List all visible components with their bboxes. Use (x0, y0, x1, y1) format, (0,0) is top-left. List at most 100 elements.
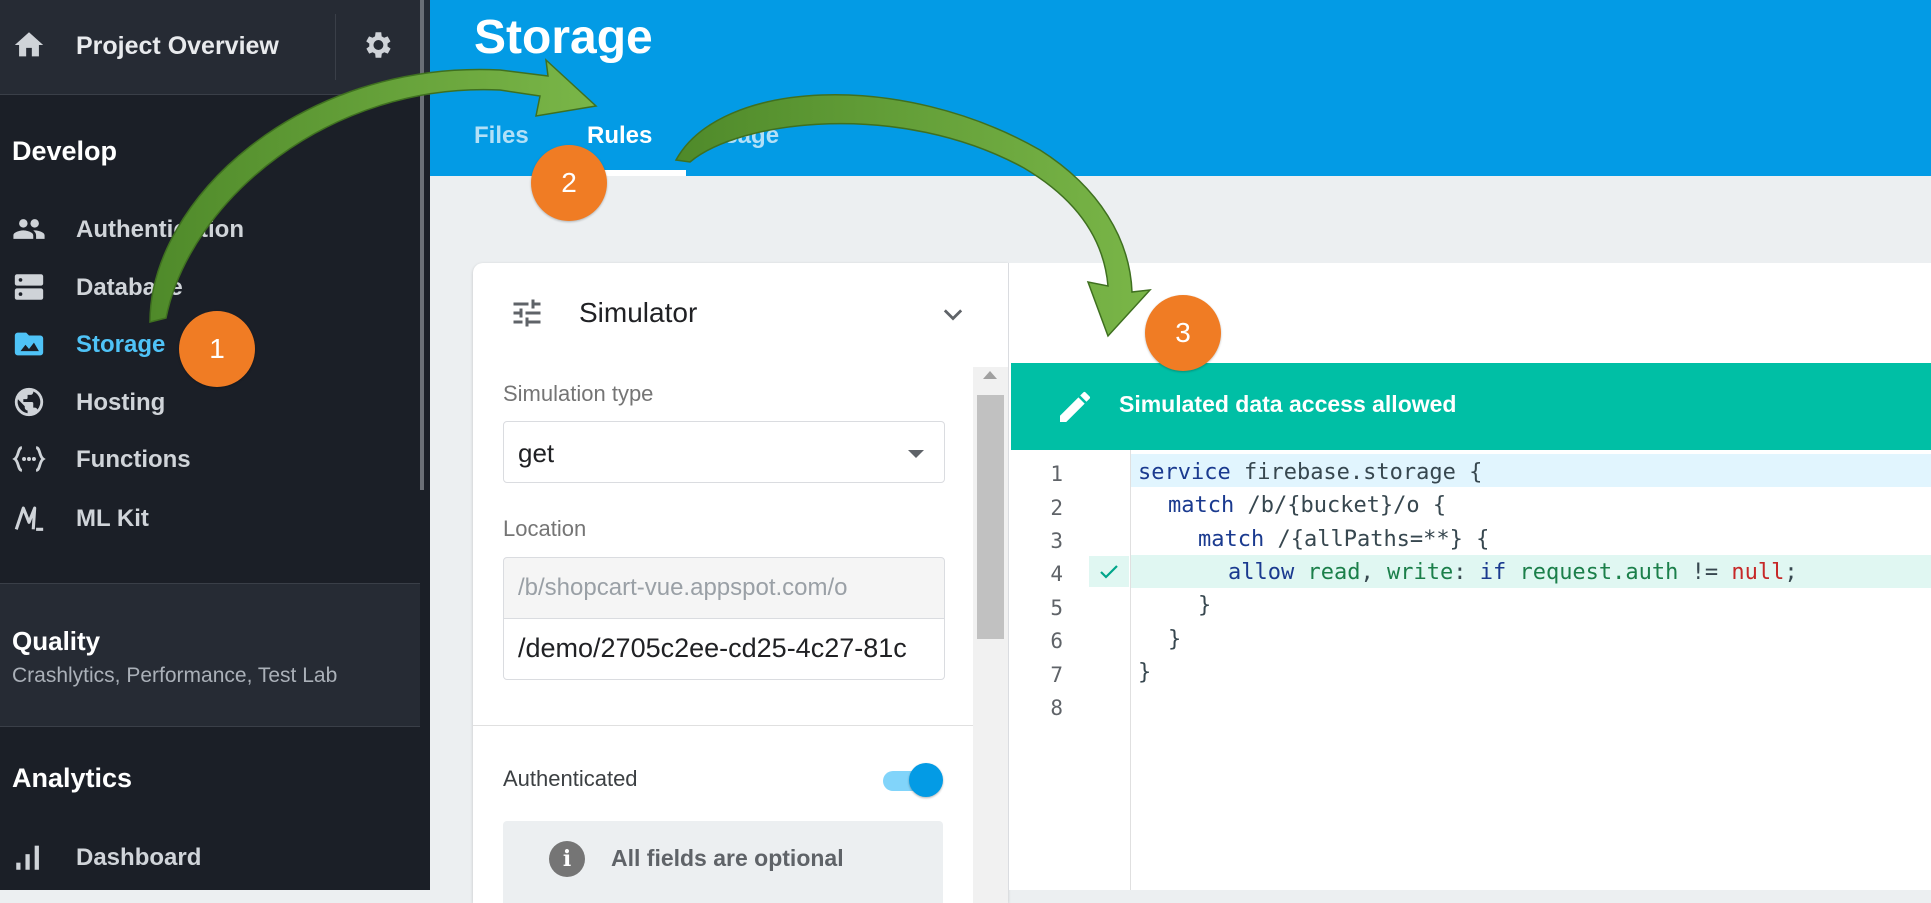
tab-files[interactable]: Files (474, 122, 529, 150)
code-line-1: service firebase.storage { (1138, 460, 1482, 485)
home-icon[interactable] (12, 28, 46, 62)
tune-icon (513, 299, 541, 327)
authenticated-toggle[interactable] (879, 763, 943, 797)
sidebar-item-authentication[interactable]: Authentication (0, 204, 420, 252)
sidebar-item-ml-kit[interactable]: ML Kit (0, 493, 420, 541)
location-label: Location (503, 516, 587, 541)
step-badge-1: 1 (179, 311, 255, 387)
simulation-type-label: Simulation type (503, 381, 654, 406)
code-variable: request.auth (1519, 560, 1679, 585)
info-icon: i (549, 841, 585, 877)
pencil-icon (1060, 391, 1090, 422)
sidebar-item-database[interactable]: Database (0, 262, 420, 310)
match-marker (1089, 556, 1129, 587)
simulator-panel: Simulator Simulation type get Location /… (473, 263, 1008, 903)
sidebar-scrollbar[interactable] (420, 0, 424, 490)
code-text: != (1678, 560, 1732, 585)
scroll-thumb[interactable] (977, 395, 1004, 639)
code-line-7: } (1138, 660, 1152, 685)
step-badge-2: 2 (531, 145, 607, 221)
line-number: 7 (1050, 663, 1063, 687)
bar-chart-icon (16, 845, 39, 870)
code-line-3: match /{allPaths=**} { (1198, 527, 1489, 552)
tab-rules[interactable]: Rules (587, 122, 652, 150)
sidebar-item-dashboard[interactable]: Dashboard (0, 832, 420, 880)
code-line-6: } (1168, 627, 1182, 652)
sidebar-item-label: Functions (76, 446, 191, 473)
line-number: 2 (1050, 496, 1063, 520)
page-header: Storage Files Rules Usage (430, 0, 1931, 176)
code-method: read (1307, 560, 1361, 585)
code-text: /b/{bucket}/o { (1234, 493, 1447, 518)
page-title: Storage (474, 11, 653, 64)
sidebar-header: Project Overview (0, 0, 430, 95)
sidebar-item-label: Authentication (76, 216, 244, 243)
simulation-result-banner: Simulated data access allowed (1011, 363, 1931, 450)
simulation-type-value: get (518, 438, 555, 468)
code-text: firebase.storage { (1230, 460, 1483, 485)
section-develop: Develop (12, 136, 118, 166)
rules-editor[interactable]: Simulated data access allowed 1 2 3 4 5 … (1008, 263, 1931, 890)
ml-kit-icon (14, 506, 44, 531)
sidebar-item-label: Storage (76, 331, 166, 358)
code-line-5: } (1198, 593, 1212, 618)
line-number: 1 (1050, 462, 1063, 486)
chevron-down-icon[interactable] (939, 301, 967, 329)
functions-icon (12, 446, 46, 472)
code-keyword: match (1168, 493, 1235, 518)
gutter-divider (1130, 450, 1131, 890)
code-keyword: match (1198, 527, 1265, 552)
code-text: , (1360, 560, 1387, 585)
code-text: : (1453, 560, 1480, 585)
globe-icon (14, 387, 44, 417)
step-number: 3 (1175, 317, 1191, 348)
banner-text: Simulated data access allowed (1119, 391, 1457, 417)
step-badge-3: 3 (1145, 295, 1221, 371)
simulator-scrollbar[interactable] (973, 367, 1008, 903)
authenticated-label: Authenticated (503, 766, 638, 791)
info-text: All fields are optional (611, 845, 844, 871)
sidebar-item-label: ML Kit (76, 505, 149, 532)
code-literal: null (1731, 560, 1785, 585)
code-line-2: match /b/{bucket}/o { (1168, 493, 1446, 518)
project-overview-link[interactable]: Project Overview (76, 32, 279, 61)
header-divider (335, 14, 336, 80)
location-path-input[interactable]: /demo/2705c2ee-cd25-4c27-81c (503, 618, 945, 680)
code-keyword: service (1138, 460, 1231, 485)
section-analytics: Analytics (12, 763, 133, 793)
info-box: i All fields are optional (503, 821, 943, 903)
line-number: 6 (1050, 629, 1063, 653)
gear-icon[interactable] (360, 28, 394, 62)
tab-usage[interactable]: Usage (707, 122, 779, 150)
check-icon (1100, 565, 1118, 579)
database-icon (14, 274, 44, 300)
section-quality: Quality (12, 626, 101, 656)
scroll-up-arrow-icon[interactable] (983, 371, 997, 379)
sidebar-item-label: Hosting (76, 389, 166, 416)
step-number: 1 (209, 333, 225, 364)
simulation-type-select[interactable]: get (503, 421, 945, 483)
line-number: 5 (1050, 596, 1063, 620)
location-base-text: /b/shopcart-vue.appspot.com/o (518, 574, 848, 601)
step-number: 2 (561, 167, 577, 198)
simulator-title: Simulator (579, 297, 698, 328)
sidebar-item-functions[interactable]: Functions (0, 434, 420, 482)
code-line-4: allow read, write: if request.auth != nu… (1228, 560, 1798, 585)
line-number: 4 (1050, 562, 1063, 586)
sidebar: Project Overview Develop Authentication … (0, 0, 430, 890)
location-path-text: /demo/2705c2ee-cd25-4c27-81c (518, 633, 907, 663)
quality-section[interactable]: Quality Crashlytics, Performance, Test L… (0, 583, 420, 727)
quality-subtitle: Crashlytics, Performance, Test Lab (12, 664, 338, 687)
location-base: /b/shopcart-vue.appspot.com/o (503, 557, 945, 619)
storage-icon (14, 332, 44, 356)
people-icon (13, 219, 45, 239)
code-method: write (1386, 560, 1454, 585)
code-text: /{allPaths=**} { (1264, 527, 1490, 552)
line-number: 8 (1050, 696, 1063, 720)
sidebar-item-label: Dashboard (76, 844, 202, 871)
dropdown-arrow-icon (908, 450, 924, 458)
toggle-knob (909, 763, 943, 797)
code-keyword: allow (1228, 560, 1295, 585)
divider (473, 725, 973, 726)
sidebar-item-label: Database (76, 274, 183, 301)
